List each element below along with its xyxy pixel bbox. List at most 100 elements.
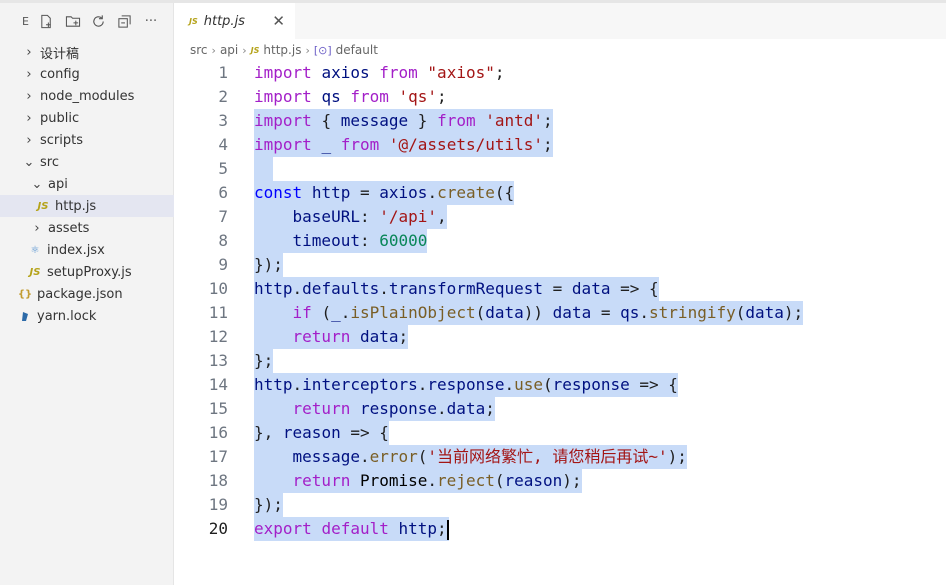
line-number: 9: [218, 255, 228, 274]
code-line[interactable]: 12 return data;: [175, 325, 946, 349]
breadcrumb-src[interactable]: src: [190, 43, 208, 57]
tab-http-js[interactable]: JS http.js ✕: [175, 3, 295, 39]
explorer-toolbar: E ···: [0, 3, 173, 39]
collapse-all-icon[interactable]: [117, 13, 133, 29]
tree-item-yarn-lock[interactable]: yarn.lock: [0, 305, 174, 327]
code-line[interactable]: 8 timeout: 60000: [175, 229, 946, 253]
tree-item-label: api: [48, 176, 68, 192]
tree-item-scripts[interactable]: › scripts: [0, 129, 174, 151]
code-line[interactable]: 6 const http = axios.create({: [175, 181, 946, 205]
tab-label: http.js: [203, 13, 245, 29]
breadcrumb: src › api › JS http.js › [⊙] default: [190, 40, 378, 60]
code-line[interactable]: 14 http.interceptors.response.use(respons…: [175, 373, 946, 397]
chevron-right-icon: ›: [211, 43, 216, 57]
tree-item-http-js[interactable]: JS http.js: [0, 195, 174, 217]
js-file-icon: JS: [250, 45, 260, 55]
tree-item-label: 设计稿: [40, 46, 80, 62]
line-number: 2: [218, 87, 228, 106]
line-text: };: [254, 349, 274, 373]
code-line[interactable]: 18 return Promise.reject(reason);: [175, 469, 946, 493]
tree-item-label: src: [40, 154, 59, 170]
line-text: baseURL: '/api',: [254, 205, 447, 229]
refresh-icon[interactable]: [91, 13, 107, 29]
code-line[interactable]: 17 message.error('当前网络繁忙, 请您稍后再试~');: [175, 445, 946, 469]
tree-item-src[interactable]: ⌄ src: [0, 151, 174, 173]
line-text: if (_.isPlainObject(data)) data = qs.str…: [254, 301, 804, 325]
line-number: 11: [208, 303, 228, 322]
code-line[interactable]: 5: [175, 157, 946, 181]
tree-item-node-modules[interactable]: › node_modules: [0, 85, 174, 107]
line-text: import axios from "axios";: [254, 63, 505, 82]
code-line[interactable]: 9});: [175, 253, 946, 277]
code-line[interactable]: 10 http.defaults.transformRequest = data …: [175, 277, 946, 301]
code-line[interactable]: 7 baseURL: '/api',: [175, 205, 946, 229]
tree-item-label: public: [40, 110, 80, 126]
new-file-icon[interactable]: [39, 13, 55, 29]
chevron-right-icon: ›: [242, 43, 247, 57]
more-icon[interactable]: ···: [143, 13, 159, 29]
close-icon[interactable]: ✕: [272, 12, 285, 30]
line-text: message.error('当前网络繁忙, 请您稍后再试~');: [254, 445, 687, 469]
chevron-right-icon: ›: [26, 88, 32, 104]
editor-tab-bar: JS http.js ✕: [175, 3, 946, 39]
tree-item-label: package.json: [37, 286, 123, 302]
line-number: 6: [218, 183, 228, 202]
code-line[interactable]: 11 if (_.isPlainObject(data)) data = qs.…: [175, 301, 946, 325]
code-line[interactable]: 3 import { message } from 'antd';: [175, 109, 946, 133]
tree-item-package-json[interactable]: {} package.json: [0, 283, 174, 305]
line-number: 12: [208, 327, 228, 346]
line-text: timeout: 60000: [254, 229, 428, 253]
tree-item-api[interactable]: ⌄ api: [0, 173, 174, 195]
new-folder-icon[interactable]: [65, 13, 81, 29]
breadcrumb-file[interactable]: http.js: [263, 43, 301, 57]
code-line[interactable]: 15 return response.data;: [175, 397, 946, 421]
line-number: 7: [218, 207, 228, 226]
line-text: import qs from 'qs';: [254, 87, 447, 106]
tree-item-assets[interactable]: › assets: [0, 217, 174, 239]
js-file-icon: JS: [189, 16, 198, 26]
tree-item-setup-proxy[interactable]: JS setupProxy.js: [0, 261, 174, 283]
code-line[interactable]: 1 import axios from "axios";: [175, 61, 946, 85]
code-line[interactable]: 19});: [175, 493, 946, 517]
line-number: 19: [208, 495, 228, 514]
tree-item-index-jsx[interactable]: ⚛ index.jsx: [0, 239, 174, 261]
react-file-icon: ⚛: [30, 244, 40, 256]
symbol-variable-icon: [⊙]: [313, 43, 332, 57]
code-line[interactable]: 4 import _ from '@/assets/utils';: [175, 133, 946, 157]
chevron-right-icon: ›: [26, 66, 32, 82]
tree-item-config[interactable]: › config: [0, 63, 174, 85]
code-line[interactable]: 16}, reason => {: [175, 421, 946, 445]
line-text: import _ from '@/assets/utils';: [254, 133, 553, 157]
breadcrumb-api[interactable]: api: [220, 43, 238, 57]
chevron-right-icon: ›: [26, 110, 32, 126]
tree-item-label: http.js: [55, 198, 97, 214]
line-number: 13: [208, 351, 228, 370]
code-line[interactable]: 20 export default http;: [175, 517, 946, 541]
tree-item-design[interactable]: › 设计稿: [0, 41, 174, 63]
tree-item-label: scripts: [40, 132, 83, 148]
line-number: 8: [218, 231, 228, 250]
tree-item-label: setupProxy.js: [47, 264, 132, 280]
tree-item-label: index.jsx: [47, 242, 105, 258]
line-text: return Promise.reject(reason);: [254, 469, 582, 493]
js-file-icon: JS: [37, 200, 49, 212]
tree-item-label: node_modules: [40, 88, 135, 104]
tree-item-label: config: [40, 66, 80, 82]
code-line[interactable]: 2 import qs from 'qs';: [175, 85, 946, 109]
code-editor[interactable]: 1 import axios from "axios"; 2 import qs fr…: [175, 61, 946, 585]
line-number: 5: [218, 159, 228, 178]
line-text: });: [254, 493, 283, 517]
line-text: return data;: [254, 325, 409, 349]
explorer-title: E: [22, 14, 29, 28]
chevron-down-icon: ⌄: [23, 154, 35, 170]
line-text: return response.data;: [254, 397, 495, 421]
line-number: 18: [208, 471, 228, 490]
line-text: }, reason => {: [254, 421, 389, 445]
code-line[interactable]: 13};: [175, 349, 946, 373]
breadcrumb-symbol[interactable]: default: [336, 43, 378, 57]
js-file-icon: JS: [29, 266, 41, 278]
chevron-right-icon: ›: [26, 132, 32, 148]
tree-item-public[interactable]: › public: [0, 107, 174, 129]
line-number: 1: [218, 63, 228, 82]
yarn-file-icon: [18, 310, 32, 322]
